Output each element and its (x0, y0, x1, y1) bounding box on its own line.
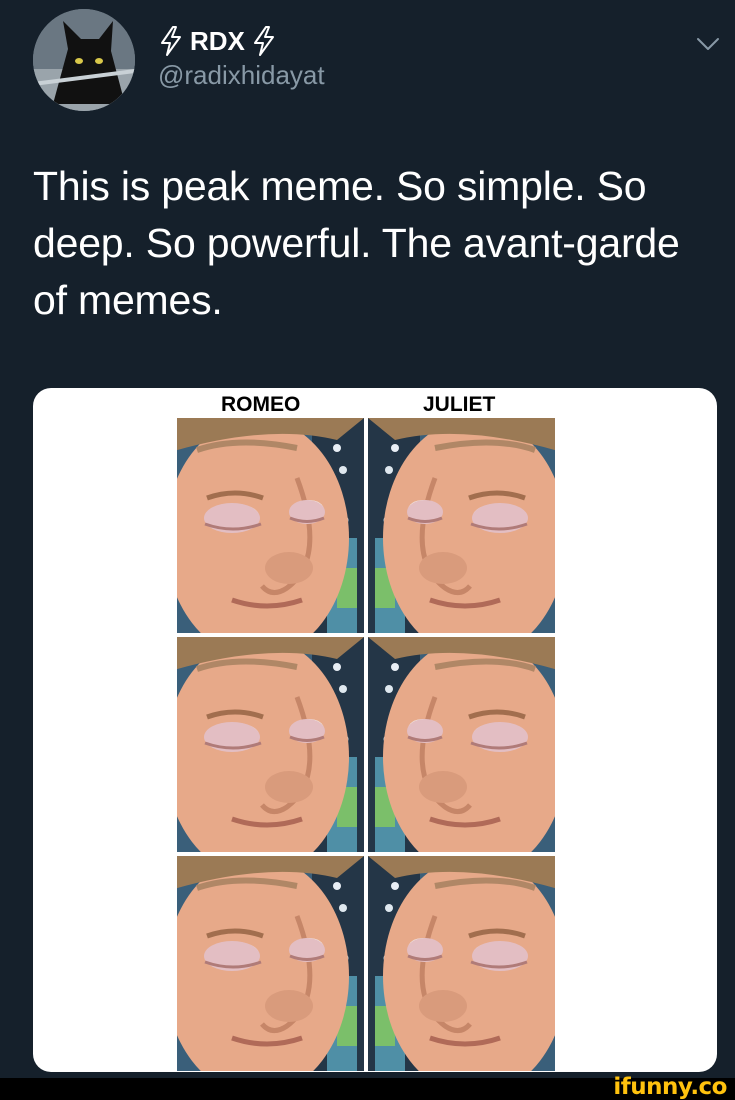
avatar[interactable] (33, 9, 135, 111)
tweet-text: This is peak meme. So simple. So deep. S… (33, 163, 680, 323)
lightning-bolt-icon (161, 26, 181, 56)
meme-panel-romeo-2 (177, 637, 364, 852)
ifunny-watermark: ifunny.co (613, 1074, 727, 1100)
author-handle[interactable]: @radixhidayat (158, 60, 325, 91)
tweet-media[interactable]: ROMEO JULIET (33, 388, 717, 1072)
column-label-romeo: ROMEO (221, 393, 301, 416)
author-name-row[interactable]: RDX (158, 24, 277, 58)
black-cat-avatar-icon (33, 9, 135, 111)
meme-panel-juliet-2 (368, 637, 555, 852)
lightning-bolt-icon (253, 26, 274, 56)
display-name[interactable]: RDX (188, 26, 247, 57)
meme-panel-juliet-3 (368, 856, 555, 1071)
meme-panel-juliet-1 (368, 418, 555, 633)
tweet-header: RDX @radixhidayat (0, 0, 735, 130)
meme-panel-romeo-1 (177, 418, 364, 633)
meme-panel-romeo-3 (177, 856, 364, 1071)
meme-grid (177, 418, 555, 1072)
chevron-down-icon[interactable] (695, 30, 721, 56)
column-label-juliet: JULIET (423, 393, 496, 416)
